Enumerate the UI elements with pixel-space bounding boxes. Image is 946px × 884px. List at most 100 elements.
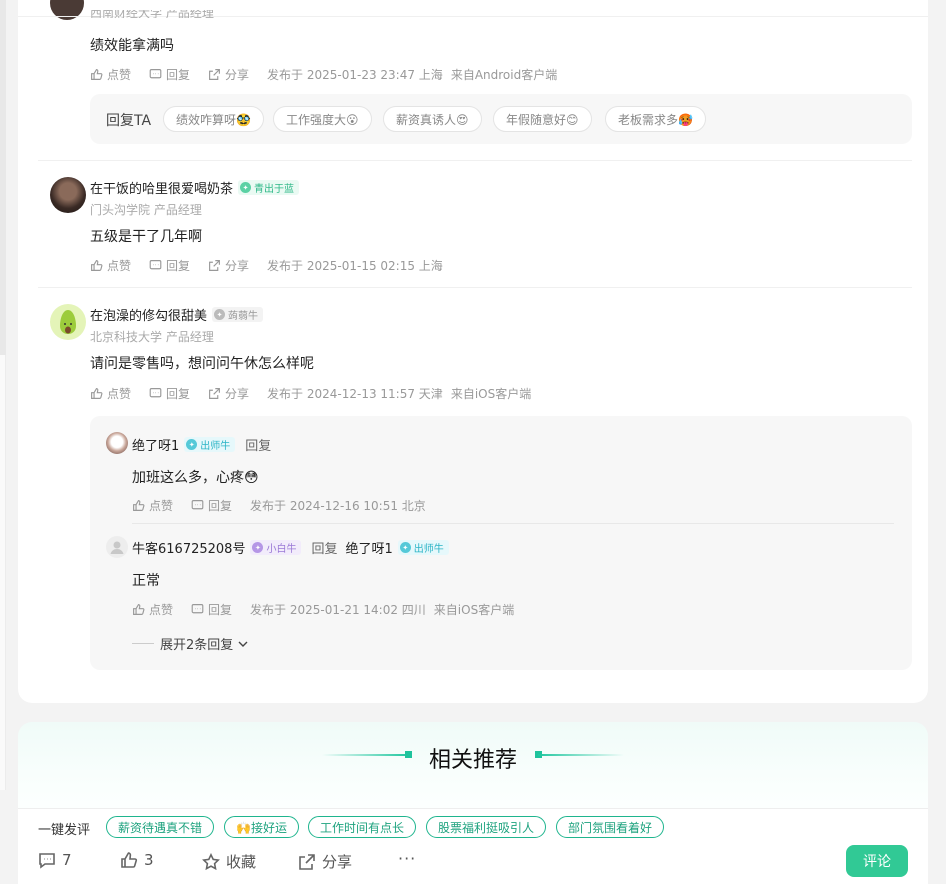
like-button[interactable]: 点赞 (90, 66, 131, 83)
comment-content: 绩效能拿满吗 (90, 38, 174, 54)
quick-comment-chip[interactable]: 🙌接好运 (224, 816, 299, 838)
reply-button[interactable]: 回复 (149, 66, 190, 83)
section-title: 相关推荐 (428, 748, 517, 773)
comment-card: 西南财经大学 产品经理 绩效能拿满吗 点赞 回复 分享 发布于 2025-01-… (18, 0, 928, 703)
share-button[interactable]: 分享 (298, 851, 352, 872)
reply-actions: 点赞 回复 发布于 2025-01-21 14:02 四川 来自iOS客户端 (132, 601, 522, 618)
expand-replies-button[interactable]: 展开2条回复 (132, 634, 249, 653)
message-icon (191, 500, 204, 510)
quick-comment-chip[interactable]: 股票福利挺吸引人 (426, 816, 547, 838)
badge-icon: ✦ (214, 309, 226, 320)
reply-author[interactable]: 牛客616725208号 ✦ 小白牛 回复 绝了呀1 ✦ 出师牛 (132, 538, 449, 557)
comment-icon (39, 853, 55, 869)
level-badge: ✦ 小白牛 (250, 540, 302, 555)
title-decoration (538, 754, 624, 756)
level-badge: ✦ 蒟蒻牛 (212, 307, 264, 322)
level-badge: ✦ 出师牛 (397, 540, 449, 555)
reply-button[interactable]: 回复 (149, 257, 190, 274)
reply-button[interactable]: 回复 (191, 497, 232, 514)
reply-chip[interactable]: 薪资真诱人😍 (383, 106, 482, 132)
author-school: 西南财经大学 产品经理 (90, 10, 214, 18)
quick-comment-chip[interactable]: 薪资待遇真不错 (106, 816, 215, 838)
quick-comment-label: 一键发评 (38, 823, 91, 838)
avatar[interactable] (50, 0, 84, 20)
author-name[interactable]: 在干饭的哈里很爱喝奶茶 ✦ 青出于蓝 (90, 178, 300, 197)
post-client: 来自iOS客户端 (433, 603, 515, 617)
reply-chip[interactable]: 工作强度大😮 (273, 106, 372, 132)
reply-word: 回复 (311, 542, 338, 557)
thumbs-up-icon (91, 69, 103, 80)
scrollbar-thumb[interactable] (0, 0, 6, 355)
badge-icon: ✦ (240, 182, 252, 193)
badge-icon: ✦ (186, 439, 198, 450)
like-button[interactable]: 点赞 (90, 385, 131, 402)
star-icon (202, 852, 220, 870)
post-time: 发布于 2024-12-16 10:51 北京 (250, 499, 426, 513)
like-button[interactable]: 点赞 (90, 257, 131, 274)
reply-chip[interactable]: 绩效咋算呀🥸 (163, 106, 264, 132)
thumbs-up-icon (91, 260, 103, 271)
comment-content: 请问是零售吗，想问问午休怎么样呢 (90, 356, 314, 372)
reply-ta-label: 回复TA (106, 113, 152, 129)
reply-chip[interactable]: 老板需求多🥵 (605, 106, 706, 132)
reply-content: 正常 (132, 573, 160, 589)
message-icon (149, 260, 162, 270)
quick-comment-chip[interactable]: 部门氛围看着好 (556, 816, 665, 838)
quick-comment-chip[interactable]: 工作时间有点长 (308, 816, 417, 838)
level-badge: ✦ 出师牛 (184, 437, 236, 452)
share-button[interactable]: 分享 (208, 66, 249, 83)
post-time: 发布于 2024-12-13 11:57 天津 (267, 387, 443, 401)
like-count-button[interactable]: 3 (120, 851, 154, 869)
share-icon (209, 69, 220, 80)
divider (38, 160, 912, 161)
thumbs-up-icon (133, 500, 145, 511)
comment-actions: 点赞 回复 分享 发布于 2025-01-15 02:15 上海 (90, 257, 451, 274)
message-icon (191, 604, 204, 614)
reply-button[interactable]: 回复 (149, 385, 190, 402)
chevron-down-icon (238, 641, 248, 647)
reply-content: 加班这么多，心疼😳 (132, 470, 259, 486)
bottom-action-bar: 一键发评 薪资待遇真不错 🙌接好运 工作时间有点长 股票福利挺吸引人 部门氛围看… (18, 808, 928, 884)
reply-chip[interactable]: 年假随意好😊 (493, 106, 592, 132)
post-time: 发布于 2025-01-23 23:47 上海 (267, 68, 443, 82)
reply-target[interactable]: 绝了呀1 (345, 538, 392, 557)
share-icon (209, 260, 220, 271)
avocado-icon (60, 310, 76, 334)
share-icon (299, 853, 315, 870)
like-button[interactable]: 点赞 (132, 497, 173, 514)
comment-actions: 点赞 回复 分享 发布于 2025-01-23 23:47 上海 来自Andro… (90, 66, 565, 83)
reply-thread: 绝了呀1 ✦ 出师牛 回复 加班这么多，心疼😳 点赞 回复 发布于 2024-12… (90, 416, 912, 670)
share-button[interactable]: 分享 (208, 385, 249, 402)
level-badge: ✦ 青出于蓝 (238, 180, 300, 195)
comment-submit-button[interactable]: 评论 (846, 845, 908, 877)
avatar[interactable] (106, 432, 128, 454)
badge-icon: ✦ (252, 542, 264, 553)
reply-button[interactable]: 回复 (191, 601, 232, 618)
divider (38, 287, 912, 288)
more-icon: ··· (398, 849, 417, 868)
collect-button[interactable]: 收藏 (202, 851, 256, 872)
comment-count-button[interactable]: 7 (38, 851, 72, 869)
author-name[interactable]: 在泡澡的修勾很甜美 ✦ 蒟蒻牛 (90, 305, 264, 324)
post-client: 来自Android客户端 (450, 68, 558, 82)
share-button[interactable]: 分享 (208, 257, 249, 274)
left-scrollbar[interactable] (0, 0, 6, 790)
author-school: 北京科技大学 产品经理 (90, 330, 214, 344)
thumbs-up-icon (133, 604, 145, 615)
like-button[interactable]: 点赞 (132, 601, 173, 618)
reply-ta-box: 回复TA 绩效咋算呀🥸 工作强度大😮 薪资真诱人😍 年假随意好😊 老板需求多🥵 (90, 94, 912, 144)
reply-author[interactable]: 绝了呀1 ✦ 出师牛 回复 (132, 435, 271, 454)
avatar[interactable] (50, 304, 86, 340)
avatar[interactable] (50, 177, 86, 213)
post-time: 发布于 2025-01-21 14:02 四川 (250, 603, 426, 617)
thumbs-up-icon (121, 852, 138, 868)
reply-link[interactable]: 回复 (245, 435, 271, 454)
avatar[interactable] (106, 536, 128, 558)
more-button[interactable]: ··· (398, 849, 416, 868)
author-school: 门头沟学院 产品经理 (90, 203, 202, 217)
comment-content: 五级是干了几年啊 (90, 229, 202, 245)
share-icon (209, 388, 220, 399)
thumbs-up-icon (91, 388, 103, 399)
comment-actions: 点赞 回复 分享 发布于 2024-12-13 11:57 天津 来自iOS客户… (90, 385, 539, 402)
message-icon (149, 388, 162, 398)
